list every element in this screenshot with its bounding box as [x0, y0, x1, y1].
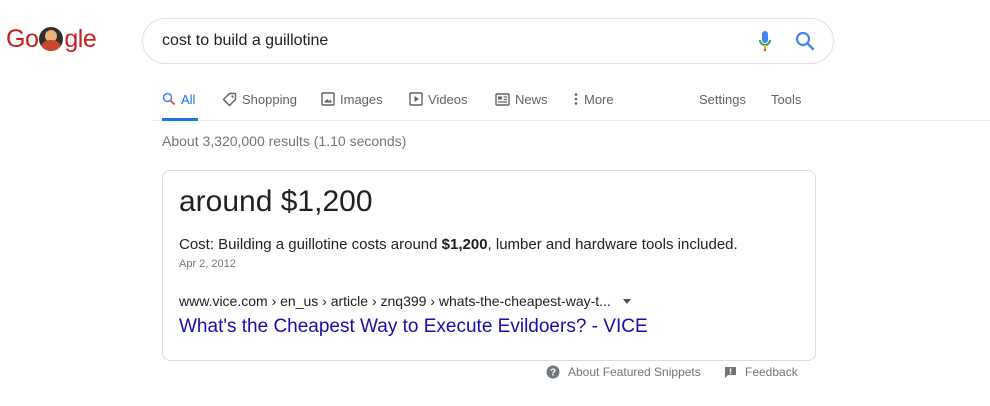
- search-tabs: All Shopping Images Videos News More Set…: [152, 78, 990, 121]
- feedback-icon: [724, 366, 737, 379]
- search-icon[interactable]: [791, 27, 819, 55]
- video-play-icon: [409, 92, 423, 106]
- tab-label: More: [584, 91, 614, 107]
- help-icon: ?: [546, 365, 560, 379]
- cite-url: www.vice.com › en_us › article › znq399 …: [179, 293, 611, 309]
- microphone-icon[interactable]: [751, 27, 779, 55]
- snippet-text: Cost: Building a guillotine costs around…: [179, 235, 738, 255]
- search-input[interactable]: cost to build a guillotine: [162, 32, 739, 50]
- tab-tools[interactable]: Tools: [771, 78, 801, 120]
- doodle-portrait-icon: [39, 27, 64, 51]
- tab-label: Tools: [771, 91, 802, 107]
- snippet-text-bold: $1,200: [441, 236, 488, 253]
- feedback-link[interactable]: Feedback: [724, 365, 798, 379]
- about-featured-snippets[interactable]: ? About Featured Snippets: [546, 365, 701, 379]
- snippet-text-after: , lumber and hardware tools included.: [487, 236, 738, 253]
- google-logo[interactable]: Go gle: [6, 24, 97, 54]
- tab-images[interactable]: Images: [321, 78, 383, 120]
- svg-text:?: ?: [550, 368, 556, 379]
- search-box[interactable]: cost to build a guillotine: [142, 18, 834, 64]
- featured-snippet-card: around $1,200 Cost: Building a guillotin…: [162, 170, 816, 361]
- snippet-cite: www.vice.com › en_us › article › znq399 …: [179, 293, 631, 309]
- tab-label: Videos: [428, 91, 468, 107]
- tab-label: News: [515, 91, 548, 107]
- result-stats: About 3,320,000 results (1.10 seconds): [162, 133, 407, 149]
- logo-text-part1: Go: [6, 24, 39, 53]
- tab-all[interactable]: All: [162, 78, 199, 121]
- snippet-text-before: Cost: Building a guillotine costs around: [179, 236, 442, 253]
- tab-label: All: [181, 91, 196, 107]
- result-title-link[interactable]: What's the Cheapest Way to Execute Evild…: [179, 316, 648, 338]
- tab-settings[interactable]: Settings: [699, 78, 746, 120]
- tab-label: Settings: [699, 91, 746, 107]
- tag-icon: [222, 92, 237, 107]
- tab-videos[interactable]: Videos: [409, 78, 468, 120]
- newspaper-icon: [495, 92, 510, 106]
- about-label: About Featured Snippets: [568, 365, 701, 379]
- tab-shopping[interactable]: Shopping: [222, 78, 297, 120]
- search-icon: [162, 92, 176, 106]
- snippet-answer: around $1,200: [179, 185, 373, 218]
- tab-label: Shopping: [242, 91, 297, 107]
- more-vert-icon: [573, 92, 579, 106]
- feedback-label: Feedback: [745, 365, 798, 379]
- tab-label: Images: [340, 91, 383, 107]
- tab-news[interactable]: News: [495, 78, 548, 120]
- tab-more[interactable]: More: [573, 78, 614, 120]
- caret-down-icon[interactable]: [622, 298, 631, 304]
- logo-text-part2: gle: [64, 24, 97, 53]
- snippet-date: Apr 2, 2012: [179, 258, 236, 270]
- image-icon: [321, 92, 335, 106]
